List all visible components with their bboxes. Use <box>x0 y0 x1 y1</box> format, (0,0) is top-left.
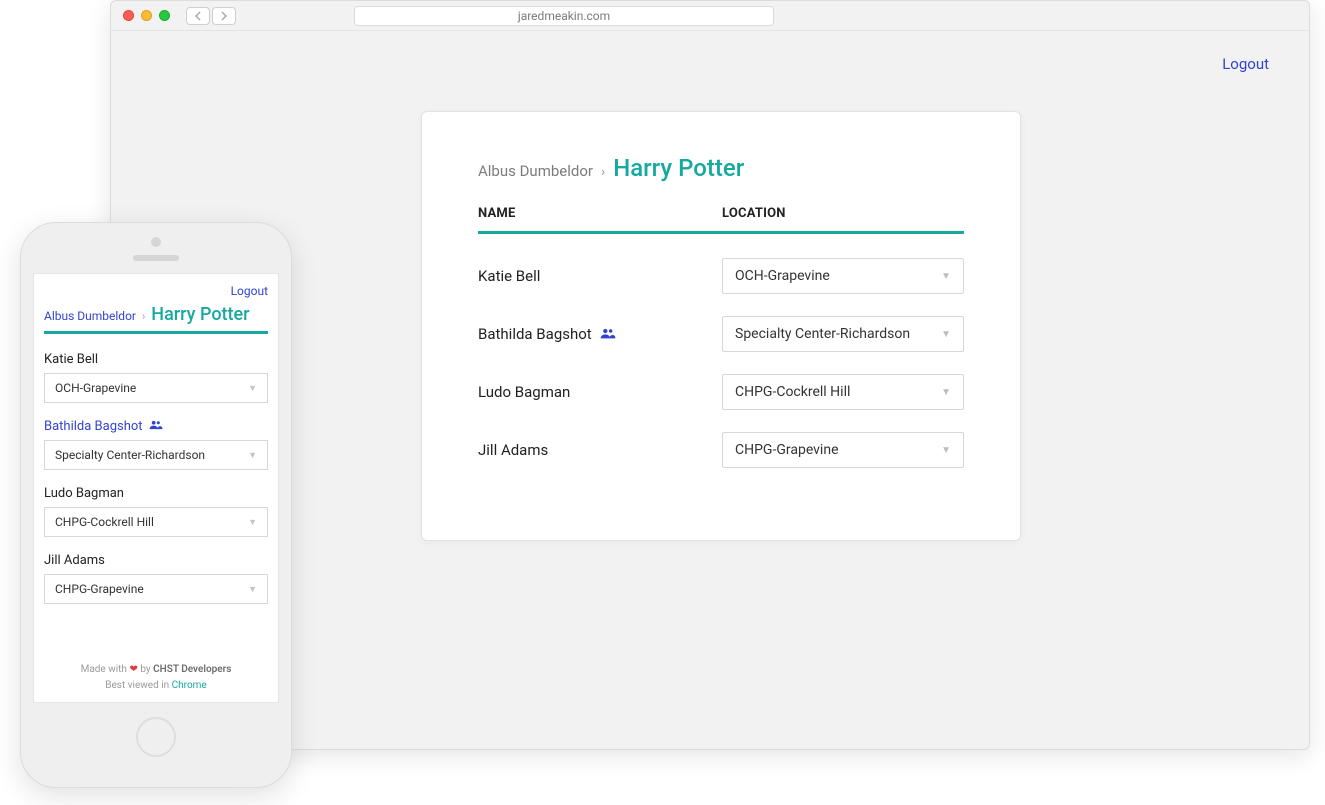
phone-mockup: Logout Albus Dumbeldor › Harry Potter Ka… <box>20 222 292 788</box>
breadcrumb-current: Harry Potter <box>151 304 249 325</box>
window-zoom-icon[interactable] <box>159 10 170 21</box>
person-name: Jill Adams <box>44 553 268 568</box>
team-name: CHST Developers <box>153 664 231 675</box>
row-name: Ludo Bagman <box>478 383 722 401</box>
window-traffic-lights <box>123 10 170 21</box>
select-value: CHPG-Grapevine <box>735 442 839 458</box>
heart-icon: ❤ <box>129 664 137 675</box>
chevron-down-icon: ▼ <box>941 445 951 456</box>
location-select[interactable]: CHPG-Cockrell Hill ▼ <box>722 374 964 410</box>
content-card: Albus Dumbeldor › Harry Potter NAME LOCA… <box>421 111 1021 541</box>
select-value: CHPG-Cockrell Hill <box>55 515 154 529</box>
table-row: Bathilda Bagshot Specialty Center-Richar… <box>478 316 964 352</box>
person-name: Bathilda Bagshot <box>478 325 592 343</box>
select-value: CHPG-Grapevine <box>55 582 144 596</box>
table-row: Ludo Bagman CHPG-Cockrell Hill ▼ <box>478 374 964 410</box>
table-row: Katie Bell OCH-Grapevine ▼ <box>478 258 964 294</box>
people-icon <box>149 419 163 434</box>
breadcrumb: Albus Dumbeldor › Harry Potter <box>478 154 964 182</box>
list-item: Katie Bell OCH-Grapevine ▼ <box>44 352 268 403</box>
url-bar[interactable]: jaredmeakin.com <box>354 6 774 26</box>
chevron-down-icon: ▼ <box>248 584 257 595</box>
location-select[interactable]: CHPG-Grapevine ▼ <box>722 432 964 468</box>
logout-link[interactable]: Logout <box>1222 55 1269 73</box>
person-name: Ludo Bagman <box>44 486 268 501</box>
chrome-link[interactable]: Chrome <box>172 680 207 691</box>
logout-link[interactable]: Logout <box>231 284 268 298</box>
chevron-down-icon: ▼ <box>941 271 951 282</box>
phone-speaker-icon <box>133 255 179 261</box>
forward-button[interactable] <box>212 7 236 25</box>
row-name: Katie Bell <box>478 267 722 285</box>
location-select[interactable]: OCH-Grapevine ▼ <box>722 258 964 294</box>
home-button[interactable] <box>136 717 176 757</box>
list-item: Bathilda Bagshot Specialty Center-Richar… <box>44 419 268 470</box>
location-select[interactable]: CHPG-Cockrell Hill ▼ <box>44 507 268 537</box>
breadcrumb-current: Harry Potter <box>613 154 744 182</box>
chevron-down-icon: ▼ <box>248 517 257 528</box>
location-select[interactable]: CHPG-Grapevine ▼ <box>44 574 268 604</box>
browser-nav-buttons <box>186 7 236 25</box>
footer-credits: Made with ❤ by CHST Developers <box>44 662 268 678</box>
people-icon <box>600 325 616 343</box>
location-select[interactable]: Specialty Center-Richardson ▼ <box>44 440 268 470</box>
phone-top <box>133 237 179 261</box>
select-value: Specialty Center-Richardson <box>735 326 910 342</box>
header-name: NAME <box>478 206 722 221</box>
list-item: Ludo Bagman CHPG-Cockrell Hill ▼ <box>44 486 268 537</box>
select-value: Specialty Center-Richardson <box>55 448 205 462</box>
header-rule <box>478 231 964 234</box>
footer: Made with ❤ by CHST Developers Best view… <box>44 662 268 694</box>
location-select[interactable]: OCH-Grapevine ▼ <box>44 373 268 403</box>
header-location: LOCATION <box>722 206 964 221</box>
breadcrumb: Albus Dumbeldor › Harry Potter <box>44 304 268 325</box>
window-minimize-icon[interactable] <box>141 10 152 21</box>
window-close-icon[interactable] <box>123 10 134 21</box>
chevron-down-icon: ▼ <box>248 450 257 461</box>
location-select[interactable]: Specialty Center-Richardson ▼ <box>722 316 964 352</box>
person-name: Katie Bell <box>44 352 268 367</box>
browser-chrome: jaredmeakin.com <box>111 1 1309 31</box>
select-value: OCH-Grapevine <box>735 268 830 284</box>
person-name: Katie Bell <box>478 267 540 285</box>
table-row: Jill Adams CHPG-Grapevine ▼ <box>478 432 964 468</box>
select-value: OCH-Grapevine <box>55 381 136 395</box>
phone-screen: Logout Albus Dumbeldor › Harry Potter Ka… <box>33 273 279 703</box>
select-value: CHPG-Cockrell Hill <box>735 384 850 400</box>
back-button[interactable] <box>186 7 210 25</box>
person-name: Jill Adams <box>478 441 548 459</box>
person-name: Ludo Bagman <box>478 383 570 401</box>
table-header: NAME LOCATION <box>478 206 964 231</box>
row-name: Bathilda Bagshot <box>478 325 722 343</box>
chevron-down-icon: ▼ <box>248 383 257 394</box>
chevron-down-icon: ▼ <box>941 329 951 340</box>
header-rule <box>44 331 268 334</box>
url-text: jaredmeakin.com <box>518 9 610 23</box>
breadcrumb-parent[interactable]: Albus Dumbeldor <box>44 309 136 323</box>
chevron-right-icon: › <box>142 310 145 323</box>
breadcrumb-parent[interactable]: Albus Dumbeldor <box>478 162 593 180</box>
list-item: Jill Adams CHPG-Grapevine ▼ <box>44 553 268 604</box>
person-name-link[interactable]: Bathilda Bagshot <box>44 419 268 434</box>
footer-browser-note: Best viewed in Chrome <box>44 678 268 694</box>
chevron-down-icon: ▼ <box>941 387 951 398</box>
chevron-right-icon: › <box>601 164 605 180</box>
row-name: Jill Adams <box>478 441 722 459</box>
phone-camera-icon <box>151 237 161 247</box>
